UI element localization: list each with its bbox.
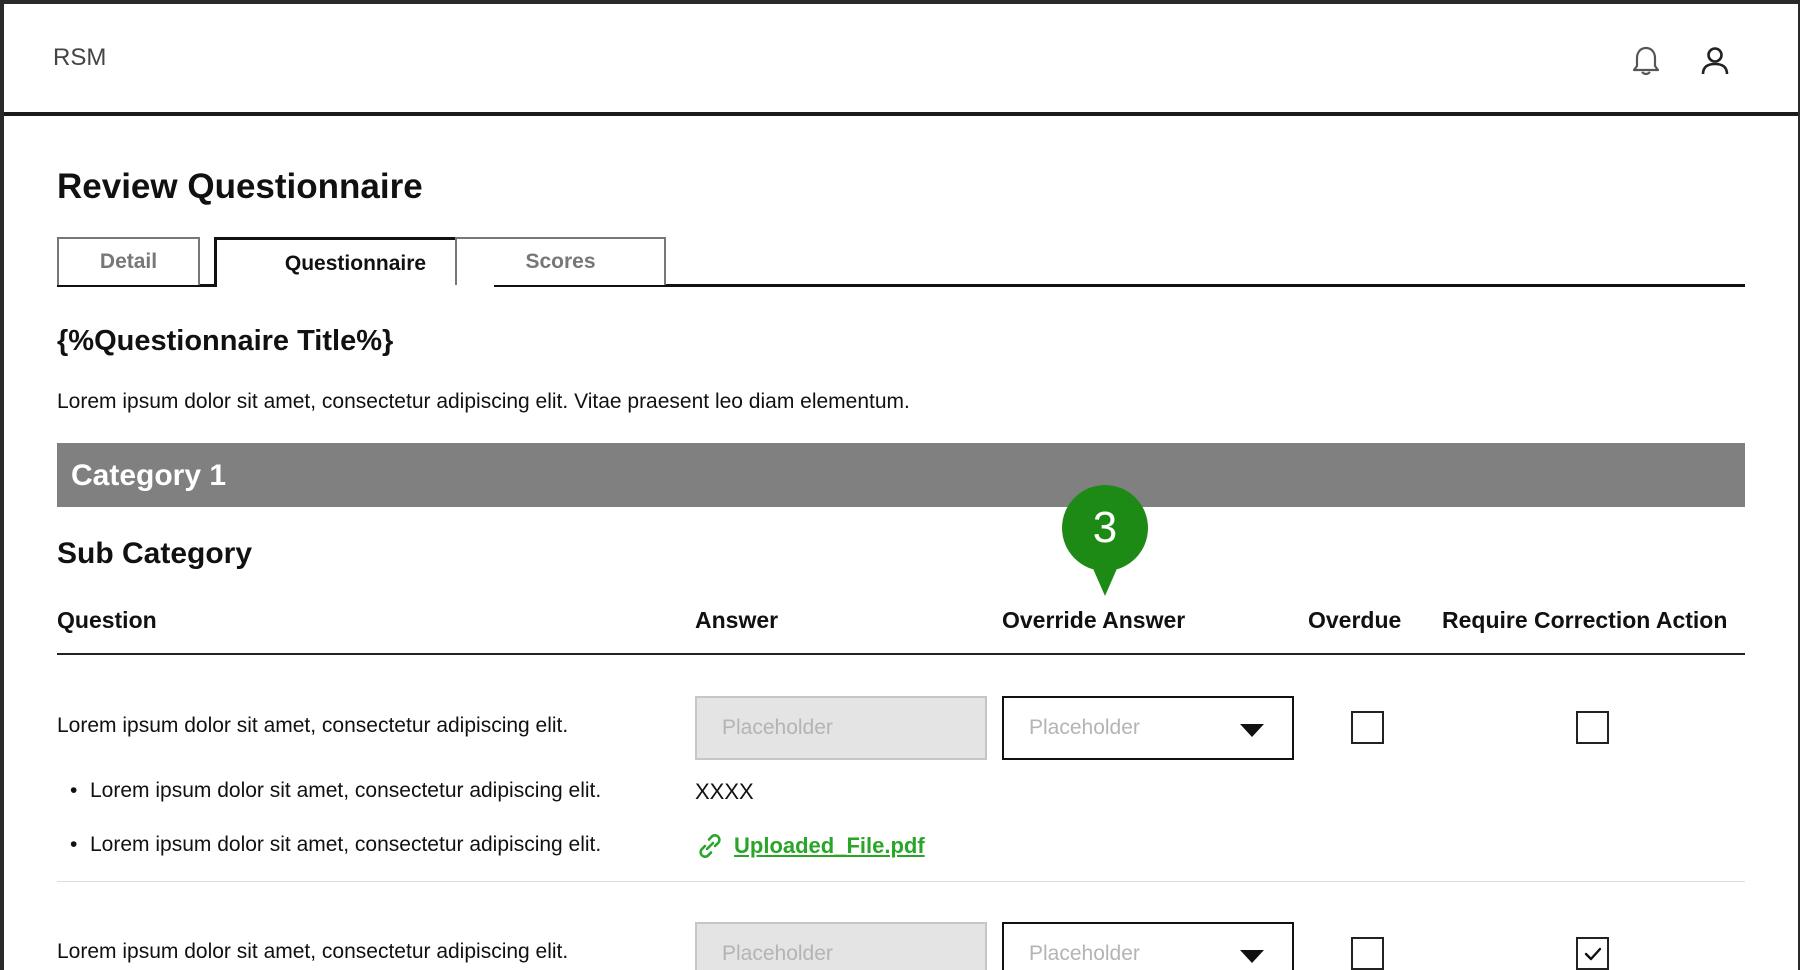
row-divider <box>57 881 1745 882</box>
row-2-overdue-checkbox[interactable] <box>1351 937 1384 970</box>
row-1-question: Lorem ipsum dolor sit amet, consectetur … <box>57 714 569 737</box>
uploaded-file: Uploaded_File.pdf <box>695 831 925 861</box>
bullet-dot: • <box>70 833 78 856</box>
subcategory-title: Sub Category <box>57 537 253 570</box>
row-1-bullet-1: Lorem ipsum dolor sit amet, consectetur … <box>90 779 602 802</box>
row-1-require-checkbox[interactable] <box>1576 711 1609 744</box>
table-header-divider <box>57 653 1745 655</box>
column-header-question: Question <box>57 607 157 633</box>
row-2-answer-input[interactable]: Placeholder <box>695 922 987 970</box>
questionnaire-title: {%Questionnaire Title%} <box>57 325 394 357</box>
top-bar: RSM <box>4 4 1798 116</box>
row-2-override-value: Placeholder <box>1029 942 1140 965</box>
brand-logo[interactable]: RSM <box>53 44 106 72</box>
page-title: Review Questionnaire <box>57 167 423 206</box>
column-header-override-answer: Override Answer <box>1002 607 1186 633</box>
row-1-override-value: Placeholder <box>1029 716 1140 739</box>
tab-scores[interactable]: Scores <box>455 237 666 285</box>
row-1-bullet-2: Lorem ipsum dolor sit amet, consectetur … <box>90 833 602 856</box>
chevron-down-icon <box>1240 724 1264 737</box>
row-2-require-checkbox[interactable] <box>1576 937 1609 970</box>
uploaded-file-link[interactable]: Uploaded_File.pdf <box>734 833 925 859</box>
row-2-override-select[interactable]: Placeholder <box>1002 922 1294 970</box>
row-1-override-select[interactable]: Placeholder <box>1002 696 1294 760</box>
user-icon[interactable] <box>1695 41 1735 81</box>
row-1-overdue-checkbox[interactable] <box>1351 711 1384 744</box>
category-banner: Category 1 <box>57 443 1745 507</box>
tab-bar: Detail Questionnaire Scores <box>57 237 1745 287</box>
tab-detail[interactable]: Detail <box>57 237 200 285</box>
link-icon <box>695 831 725 861</box>
chevron-down-icon <box>1240 950 1264 963</box>
column-header-overdue: Overdue <box>1308 607 1402 633</box>
row-1-answer-input[interactable]: Placeholder <box>695 696 987 760</box>
annotation-number: 3 <box>1092 503 1118 552</box>
category-label: Category 1 <box>71 459 227 492</box>
bullet-dot: • <box>70 779 78 802</box>
column-header-require-correction: Require Correction Action <box>1442 607 1728 633</box>
bell-icon[interactable] <box>1626 41 1666 81</box>
checkmark-icon <box>1584 947 1601 960</box>
questionnaire-description: Lorem ipsum dolor sit amet, consectetur … <box>57 390 910 413</box>
row-1-answer-value: XXXX <box>695 779 754 804</box>
row-2-question: Lorem ipsum dolor sit amet, consectetur … <box>57 940 569 963</box>
column-header-answer: Answer <box>695 607 779 633</box>
